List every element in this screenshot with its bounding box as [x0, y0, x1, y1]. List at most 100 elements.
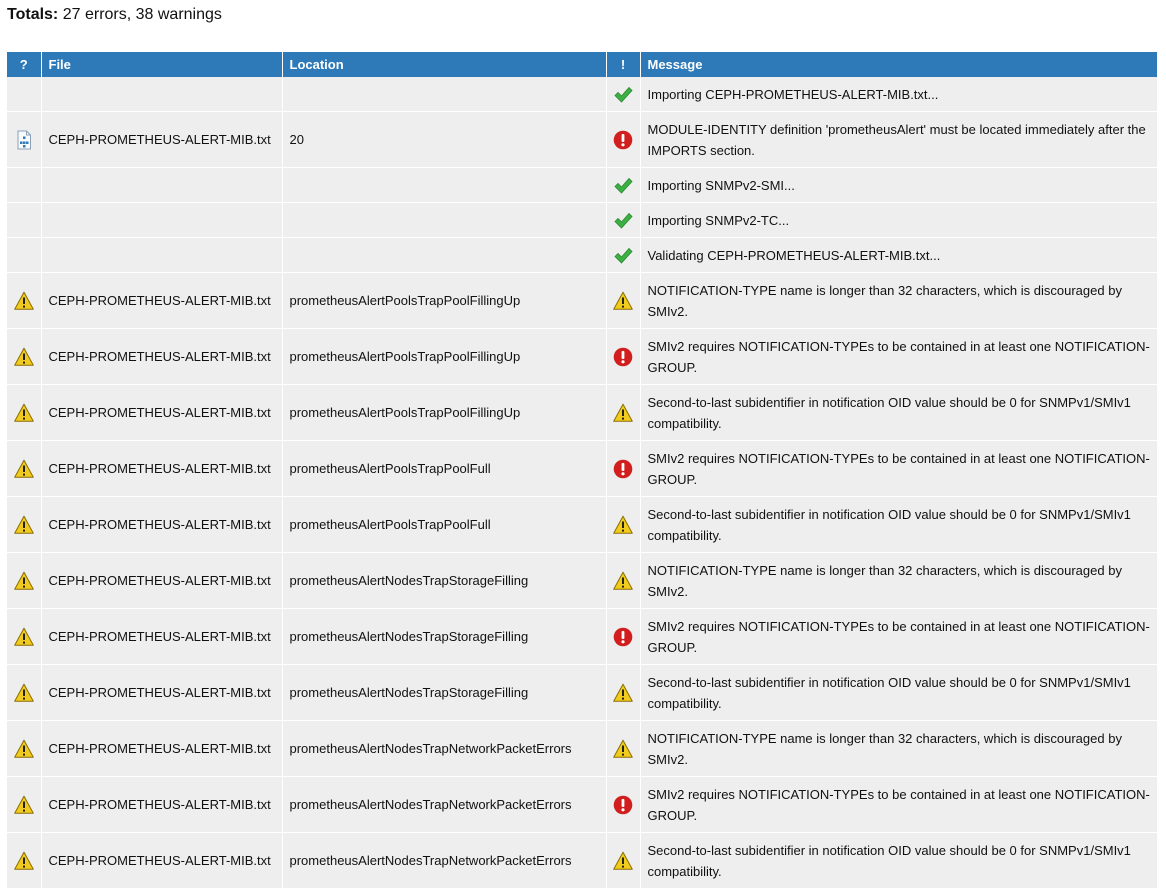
row-location: prometheusAlertNodesTrapStorageFilling [282, 552, 607, 609]
checkmark-icon [613, 85, 633, 105]
validation-results-table: ? File Location ! Message Importing CEPH… [7, 52, 1157, 889]
row-severity-cell [606, 384, 641, 441]
row-type-cell [7, 440, 42, 497]
warning-icon [13, 515, 34, 535]
warning-icon [13, 459, 34, 479]
row-severity-cell [606, 167, 641, 203]
row-type-cell [7, 720, 42, 777]
row-type-cell [7, 111, 42, 168]
row-severity-cell [606, 608, 641, 665]
column-header-message[interactable]: Message [640, 52, 1157, 77]
row-location: prometheusAlertNodesTrapNetworkPacketErr… [282, 832, 607, 889]
error-icon [613, 795, 633, 815]
row-message: Second-to-last subidentifier in notifica… [640, 664, 1157, 721]
row-message: MODULE-IDENTITY definition 'prometheusAl… [640, 111, 1157, 168]
row-severity-cell [606, 237, 641, 273]
warning-icon [13, 739, 34, 759]
row-severity-cell [606, 328, 641, 385]
row-message: NOTIFICATION-TYPE name is longer than 32… [640, 272, 1157, 329]
checkmark-icon [613, 176, 633, 196]
table-row[interactable]: CEPH-PROMETHEUS-ALERT-MIB.txt prometheusA… [7, 440, 1157, 497]
row-message: NOTIFICATION-TYPE name is longer than 32… [640, 552, 1157, 609]
totals-text: 27 errors, 38 warnings [62, 6, 222, 23]
table-row[interactable]: CEPH-PROMETHEUS-ALERT-MIB.txt prometheusA… [7, 272, 1157, 329]
row-location: 20 [282, 111, 607, 168]
warning-icon [613, 571, 633, 591]
row-location [282, 237, 607, 273]
row-location: prometheusAlertNodesTrapStorageFilling [282, 608, 607, 665]
row-file: CEPH-PROMETHEUS-ALERT-MIB.txt [41, 272, 283, 329]
row-message: SMIv2 requires NOTIFICATION-TYPEs to be … [640, 776, 1157, 833]
table-row[interactable]: Importing SNMPv2-SMI... [7, 167, 1157, 203]
column-header-severity[interactable]: ! [606, 52, 641, 77]
warning-icon [13, 571, 34, 591]
row-file: CEPH-PROMETHEUS-ALERT-MIB.txt [41, 608, 283, 665]
error-icon [613, 347, 633, 367]
row-severity-cell [606, 440, 641, 497]
row-location [282, 202, 607, 238]
table-row[interactable]: Importing CEPH-PROMETHEUS-ALERT-MIB.txt.… [7, 77, 1157, 112]
totals-label: Totals: [7, 6, 59, 23]
row-severity-cell [606, 832, 641, 889]
table-row[interactable]: Validating CEPH-PROMETHEUS-ALERT-MIB.txt… [7, 237, 1157, 273]
table-row[interactable]: Importing SNMPv2-TC... [7, 202, 1157, 238]
row-severity-cell [606, 496, 641, 553]
warning-icon [13, 347, 34, 367]
column-header-location[interactable]: Location [282, 52, 607, 77]
row-file [41, 237, 283, 273]
row-severity-cell [606, 272, 641, 329]
row-severity-cell [606, 776, 641, 833]
row-location [282, 77, 607, 112]
column-header-type[interactable]: ? [7, 52, 42, 77]
row-message: Second-to-last subidentifier in notifica… [640, 496, 1157, 553]
row-type-cell [7, 384, 42, 441]
row-severity-cell [606, 111, 641, 168]
table-row[interactable]: CEPH-PROMETHEUS-ALERT-MIB.txt prometheusA… [7, 328, 1157, 385]
row-file: CEPH-PROMETHEUS-ALERT-MIB.txt [41, 384, 283, 441]
warning-icon [613, 683, 633, 703]
checkmark-icon [613, 246, 633, 266]
mib-file-icon [14, 130, 34, 150]
row-message: SMIv2 requires NOTIFICATION-TYPEs to be … [640, 440, 1157, 497]
warning-icon [613, 515, 633, 535]
row-location [282, 167, 607, 203]
row-type-cell [7, 167, 42, 203]
table-row[interactable]: CEPH-PROMETHEUS-ALERT-MIB.txt prometheusA… [7, 496, 1157, 553]
warning-icon [613, 403, 633, 423]
warning-icon [13, 403, 34, 423]
row-location: prometheusAlertPoolsTrapPoolFull [282, 440, 607, 497]
row-location: prometheusAlertPoolsTrapPoolFillingUp [282, 272, 607, 329]
row-type-cell [7, 272, 42, 329]
row-type-cell [7, 496, 42, 553]
row-type-cell [7, 552, 42, 609]
row-location: prometheusAlertPoolsTrapPoolFillingUp [282, 384, 607, 441]
row-location: prometheusAlertNodesTrapNetworkPacketErr… [282, 776, 607, 833]
row-file: CEPH-PROMETHEUS-ALERT-MIB.txt [41, 111, 283, 168]
error-icon [613, 627, 633, 647]
warning-icon [13, 851, 34, 871]
row-type-cell [7, 237, 42, 273]
checkmark-icon [613, 211, 633, 231]
warning-icon [613, 851, 633, 871]
row-type-cell [7, 776, 42, 833]
totals-summary: Totals: 27 errors, 38 warnings [7, 6, 222, 24]
column-header-file[interactable]: File [41, 52, 283, 77]
row-severity-cell [606, 77, 641, 112]
row-message: SMIv2 requires NOTIFICATION-TYPEs to be … [640, 608, 1157, 665]
table-row[interactable]: CEPH-PROMETHEUS-ALERT-MIB.txt prometheusA… [7, 776, 1157, 833]
warning-icon [613, 291, 633, 311]
warning-icon [613, 739, 633, 759]
table-row[interactable]: CEPH-PROMETHEUS-ALERT-MIB.txt prometheusA… [7, 384, 1157, 441]
table-row[interactable]: CEPH-PROMETHEUS-ALERT-MIB.txt prometheusA… [7, 552, 1157, 609]
row-severity-cell [606, 720, 641, 777]
table-row[interactable]: CEPH-PROMETHEUS-ALERT-MIB.txt prometheusA… [7, 832, 1157, 889]
table-row[interactable]: CEPH-PROMETHEUS-ALERT-MIB.txt prometheusA… [7, 664, 1157, 721]
table-row[interactable]: CEPH-PROMETHEUS-ALERT-MIB.txt prometheusA… [7, 720, 1157, 777]
table-row[interactable]: CEPH-PROMETHEUS-ALERT-MIB.txt prometheusA… [7, 608, 1157, 665]
row-message: Validating CEPH-PROMETHEUS-ALERT-MIB.txt… [640, 237, 1157, 273]
row-file: CEPH-PROMETHEUS-ALERT-MIB.txt [41, 552, 283, 609]
row-location: prometheusAlertPoolsTrapPoolFillingUp [282, 328, 607, 385]
table-row[interactable]: CEPH-PROMETHEUS-ALERT-MIB.txt 20 MODULE-ID… [7, 111, 1157, 168]
warning-icon [13, 627, 34, 647]
row-message: Second-to-last subidentifier in notifica… [640, 384, 1157, 441]
